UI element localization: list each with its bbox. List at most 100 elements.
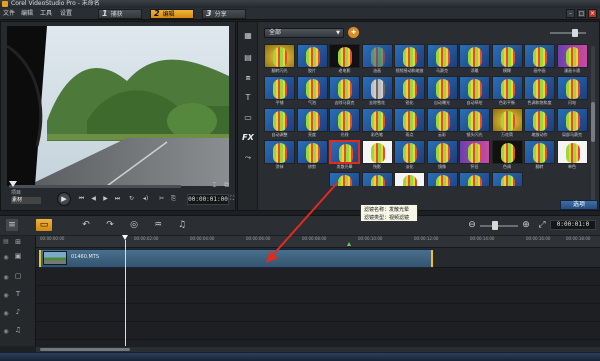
scrubber-handle[interactable] bbox=[9, 181, 17, 187]
filter-tile[interactable]: 自动曝光 bbox=[426, 76, 458, 107]
filter-tile[interactable]: 翻转 bbox=[524, 140, 555, 171]
filter-tile[interactable]: 雨点 bbox=[394, 108, 425, 139]
volume-icon[interactable]: ◂) bbox=[141, 194, 150, 203]
mode-project[interactable]: 项目 bbox=[11, 190, 41, 197]
filter-tile[interactable]: 去除雪花 bbox=[361, 76, 393, 107]
clip-trim-start-handle[interactable] bbox=[39, 250, 41, 267]
path-icon[interactable]: ⤳ bbox=[242, 152, 254, 164]
close-button[interactable]: × bbox=[588, 9, 597, 18]
filter-tile[interactable]: 画中画 bbox=[524, 44, 555, 75]
zoom-slider[interactable] bbox=[480, 225, 518, 227]
mark-in-icon[interactable]: ⌶ bbox=[210, 181, 219, 190]
filter-tile[interactable]: 自动草绘 bbox=[459, 76, 490, 107]
library-scrollbar-thumb[interactable] bbox=[591, 102, 595, 142]
filter-tile[interactable]: 色调和饱和度 bbox=[524, 76, 555, 107]
add-track-icon[interactable]: ⊞ bbox=[12, 236, 24, 248]
filter-tile[interactable]: 残影 bbox=[361, 140, 393, 171]
sound-mixer-icon[interactable]: ♒ bbox=[152, 219, 164, 231]
step-share[interactable]: 3 分享 bbox=[202, 9, 246, 19]
playback-mode[interactable]: 项目 素材 bbox=[11, 190, 41, 204]
trim-icon[interactable]: ⎘ bbox=[169, 194, 178, 203]
go-to-end-icon[interactable]: ⏭ bbox=[113, 194, 122, 203]
filter-tile[interactable]: 去除马赛克 bbox=[329, 76, 360, 107]
filter-tile[interactable]: 怀旧 bbox=[459, 140, 490, 171]
filter-tile[interactable] bbox=[361, 172, 393, 186]
repeat-icon[interactable]: ↻ bbox=[127, 194, 136, 203]
video-track-toggle-icon[interactable]: ◉ bbox=[2, 254, 10, 262]
filter-tile[interactable]: 翻转闪光 bbox=[264, 44, 295, 75]
record-capture-icon[interactable]: ◎ bbox=[128, 219, 140, 231]
filter-tile[interactable] bbox=[459, 172, 490, 186]
player-timecode[interactable]: 00:00:01:00 bbox=[187, 194, 229, 205]
gallery-dropdown[interactable]: 全部 ▼ bbox=[264, 28, 344, 38]
filter-tile[interactable]: 淡化 bbox=[394, 140, 425, 171]
filter-tile[interactable]: 油画 bbox=[361, 44, 393, 75]
instant-project-icon[interactable]: ▤ bbox=[242, 52, 254, 64]
go-to-start-icon[interactable]: ⏮ bbox=[77, 194, 86, 203]
overlay-track[interactable] bbox=[36, 268, 600, 286]
minimize-button[interactable]: – bbox=[566, 9, 575, 18]
filter-tile[interactable]: 漫画卡通 bbox=[556, 44, 588, 75]
menu-settings[interactable]: 设置 bbox=[60, 8, 72, 20]
media-icon[interactable]: ▦ bbox=[242, 30, 254, 42]
filter-tile[interactable]: 浮雕 bbox=[459, 44, 490, 75]
redo-icon[interactable]: ↷ bbox=[104, 219, 116, 231]
zoom-slider-handle[interactable] bbox=[492, 221, 498, 230]
filter-tile[interactable]: 缩放动作 bbox=[524, 108, 555, 139]
transition-icon[interactable]: ⧈ bbox=[242, 72, 254, 84]
menu-file[interactable]: 文件 bbox=[3, 8, 15, 20]
filter-tile[interactable]: 色彩平衡 bbox=[491, 76, 523, 107]
menu-tools[interactable]: 工具 bbox=[40, 8, 52, 20]
auto-music-icon[interactable]: ♫ bbox=[176, 219, 188, 231]
previous-frame-icon[interactable]: ◀ bbox=[89, 194, 98, 203]
timeline-ruler[interactable]: 00:00:00:00 00:00:02:00 00:00:04:00 00:0… bbox=[36, 236, 600, 248]
video-clip[interactable]: 01460.MTS bbox=[38, 249, 434, 268]
add-to-favorites-icon[interactable]: ✚ bbox=[348, 27, 359, 38]
filter-tile[interactable]: 视频摇动和缩放 bbox=[394, 44, 425, 75]
title-track-toggle-icon[interactable]: ◉ bbox=[2, 292, 10, 300]
preview-scrubber[interactable] bbox=[9, 185, 181, 188]
filter-icon[interactable]: FX bbox=[242, 132, 254, 144]
timeline-view-icon[interactable]: ≡ bbox=[6, 219, 18, 231]
zoom-in-icon[interactable]: ⊕ bbox=[520, 219, 532, 231]
next-frame-icon[interactable]: ▶ bbox=[101, 194, 110, 203]
filter-tile[interactable]: 闪电 bbox=[556, 76, 588, 107]
menu-edit[interactable]: 编辑 bbox=[21, 8, 33, 20]
filter-tile[interactable]: 涂抹 bbox=[264, 140, 295, 171]
voice-track[interactable] bbox=[36, 304, 600, 322]
filter-tile[interactable]: 发散光晕 bbox=[329, 140, 360, 171]
timeline-timecode[interactable]: 0:00:01:0 bbox=[550, 220, 596, 230]
filter-tile[interactable]: 色调 bbox=[491, 140, 523, 171]
step-edit[interactable]: 2 编辑 bbox=[150, 9, 194, 19]
filter-tile[interactable]: 云彩 bbox=[426, 108, 458, 139]
filter-tile[interactable]: 模糊 bbox=[491, 44, 523, 75]
filter-tile[interactable]: 镜头闪光 bbox=[459, 108, 490, 139]
thumbnail-size-handle[interactable] bbox=[572, 29, 578, 37]
filter-tile[interactable] bbox=[329, 172, 360, 186]
mode-clip[interactable]: 素材 bbox=[11, 197, 41, 204]
options-button[interactable]: 选项 bbox=[560, 200, 598, 210]
filter-tile[interactable]: 老电影 bbox=[329, 44, 360, 75]
filter-tile[interactable] bbox=[426, 172, 458, 186]
play-icon[interactable]: ▶ bbox=[57, 192, 71, 206]
music-track-toggle-icon[interactable]: ◉ bbox=[2, 328, 10, 336]
timeline-scrollbar-thumb[interactable] bbox=[40, 348, 130, 351]
graphic-icon[interactable]: ▭ bbox=[242, 112, 254, 124]
voice-track-toggle-icon[interactable]: ◉ bbox=[2, 310, 10, 318]
filter-tile[interactable]: 亮度 bbox=[296, 108, 328, 139]
filter-tile[interactable]: 平铺 bbox=[264, 76, 295, 107]
filter-tile[interactable]: 彩色笔 bbox=[361, 108, 393, 139]
filter-tile[interactable] bbox=[491, 172, 523, 186]
fit-project-icon[interactable]: ⤢ bbox=[536, 219, 548, 231]
clip-trim-end-handle[interactable] bbox=[431, 250, 433, 267]
filter-tile[interactable] bbox=[394, 172, 425, 186]
undo-icon[interactable]: ↶ bbox=[80, 219, 92, 231]
filter-tile[interactable]: 锐化 bbox=[394, 76, 425, 107]
filter-tile[interactable]: 单色 bbox=[556, 140, 588, 171]
zoom-out-icon[interactable]: ⊖ bbox=[466, 219, 478, 231]
split-clip-icon[interactable]: ✂ bbox=[157, 194, 166, 203]
overlay-track-toggle-icon[interactable]: ◉ bbox=[2, 274, 10, 282]
filter-tile[interactable]: 光线 bbox=[329, 108, 360, 139]
title-track[interactable] bbox=[36, 286, 600, 304]
maximize-button[interactable]: □ bbox=[577, 9, 586, 18]
